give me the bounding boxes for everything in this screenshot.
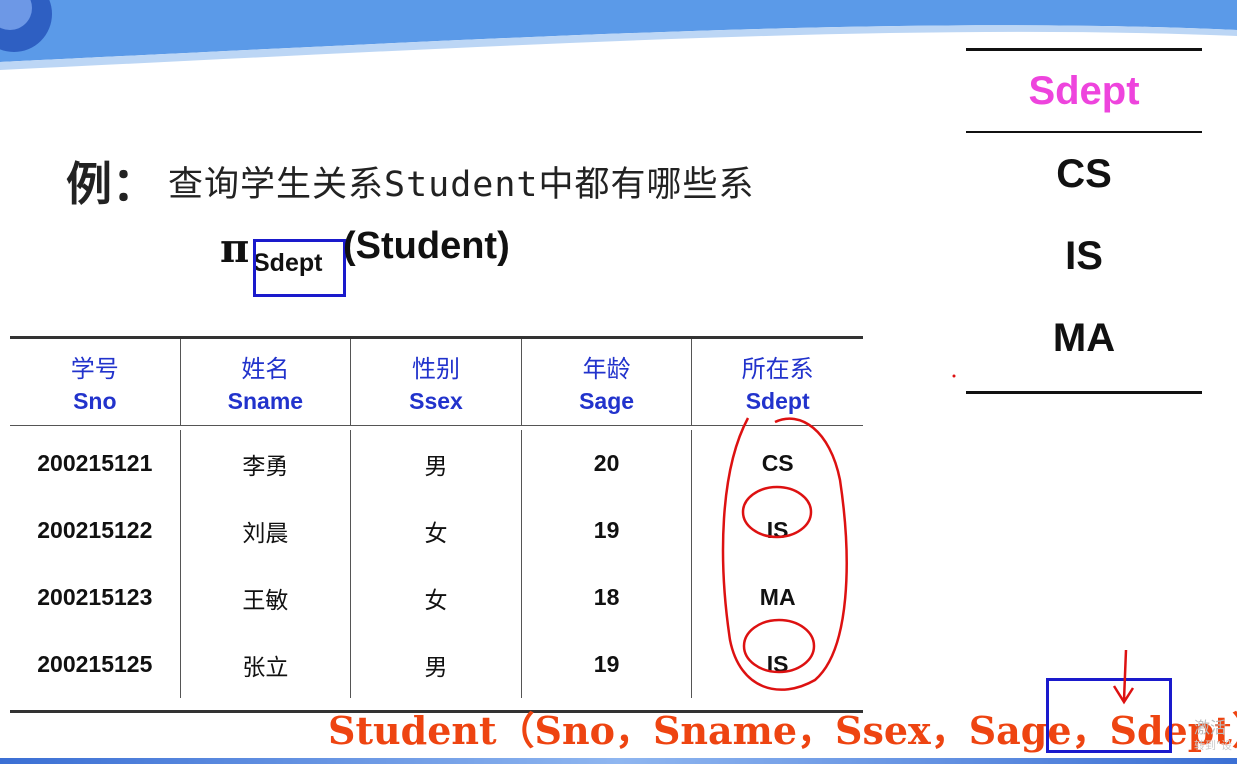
table-row: 200215123 王敏 女 18 MA — [10, 564, 863, 631]
cell-sage: 18 — [522, 564, 693, 631]
header-label-zh: 姓名 — [241, 355, 290, 383]
header-label-zh: 学号 — [70, 355, 119, 383]
cell-ssex: 男 — [351, 631, 522, 698]
cell-sage: 19 — [522, 497, 693, 564]
cell-sno: 200215122 — [10, 497, 181, 564]
result-value: MA — [1052, 315, 1116, 360]
cell-sage: 19 — [522, 631, 693, 698]
header-ssex: 性别 Ssex — [351, 339, 522, 425]
activation-watermark-sub: 转到"设 — [1194, 739, 1233, 752]
cell-sdept: MA — [759, 584, 796, 610]
header-label-zh: 年龄 — [582, 355, 631, 383]
table-row: 200215125 张立 男 19 IS — [10, 631, 863, 698]
header-label-en: Sno — [73, 388, 117, 414]
table-row: 200215122 刘晨 女 19 IS — [10, 497, 863, 564]
schema-attribute-highlight-box — [1046, 678, 1172, 753]
cell-sno: 200215121 — [10, 430, 181, 497]
activation-watermark: 激活 — [1194, 718, 1227, 737]
example-question: 查询学生关系Student中都有哪些系 — [168, 165, 755, 205]
header-sdept: 所在系 Sdept — [692, 339, 863, 425]
cell-sno: 200215123 — [10, 564, 181, 631]
cell-ssex: 男 — [351, 430, 522, 497]
header-label-en: Sage — [579, 388, 635, 414]
header-label-en: Sdept — [745, 388, 810, 414]
table-body: 200215121 李勇 男 20 CS 200215122 刘晨 女 19 I… — [10, 430, 863, 698]
student-relation-table: 学号 Sno 姓名 Sname 性别 Ssex 年龄 Sage 所在系 Sdept 200… — [10, 336, 863, 713]
example-label: 例： — [66, 157, 158, 211]
result-bottom-rule — [966, 391, 1202, 394]
projection-attribute-highlight-box — [253, 239, 346, 297]
cell-ssex: 女 — [351, 497, 522, 564]
cell-sdept: CS — [761, 450, 794, 476]
table-row: 200215121 李勇 男 20 CS — [10, 430, 863, 497]
projection-symbol: π — [220, 225, 250, 272]
header-sno: 学号 Sno — [10, 339, 181, 425]
cell-sname: 李勇 — [181, 430, 352, 497]
projection-relation: (Student) — [343, 225, 510, 267]
slide-footer-bar — [0, 758, 1237, 764]
result-value: CS — [1056, 151, 1112, 196]
header-sage: 年龄 Sage — [522, 339, 693, 425]
header-sname: 姓名 Sname — [181, 339, 352, 425]
result-value: IS — [1065, 233, 1103, 278]
cell-sno: 200215125 — [10, 631, 181, 698]
cell-sdept: IS — [766, 517, 789, 543]
cell-sname: 张立 — [181, 631, 352, 698]
stray-mark — [952, 374, 956, 378]
cell-ssex: 女 — [351, 564, 522, 631]
cell-sname: 刘晨 — [181, 497, 352, 564]
cell-sage: 20 — [522, 430, 693, 497]
header-label-en: Sname — [227, 388, 304, 414]
projection-result-table: Sdept CS IS MA — [966, 48, 1202, 394]
header-label-zh: 所在系 — [741, 355, 814, 383]
cell-sdept: IS — [766, 651, 789, 677]
result-header: Sdept — [1028, 68, 1140, 113]
cell-sname: 王敏 — [181, 564, 352, 631]
header-label-en: Ssex — [409, 388, 463, 414]
header-label-zh: 性别 — [411, 355, 460, 383]
table-header-row: 学号 Sno 姓名 Sname 性别 Ssex 年龄 Sage 所在系 Sdept — [10, 339, 863, 426]
